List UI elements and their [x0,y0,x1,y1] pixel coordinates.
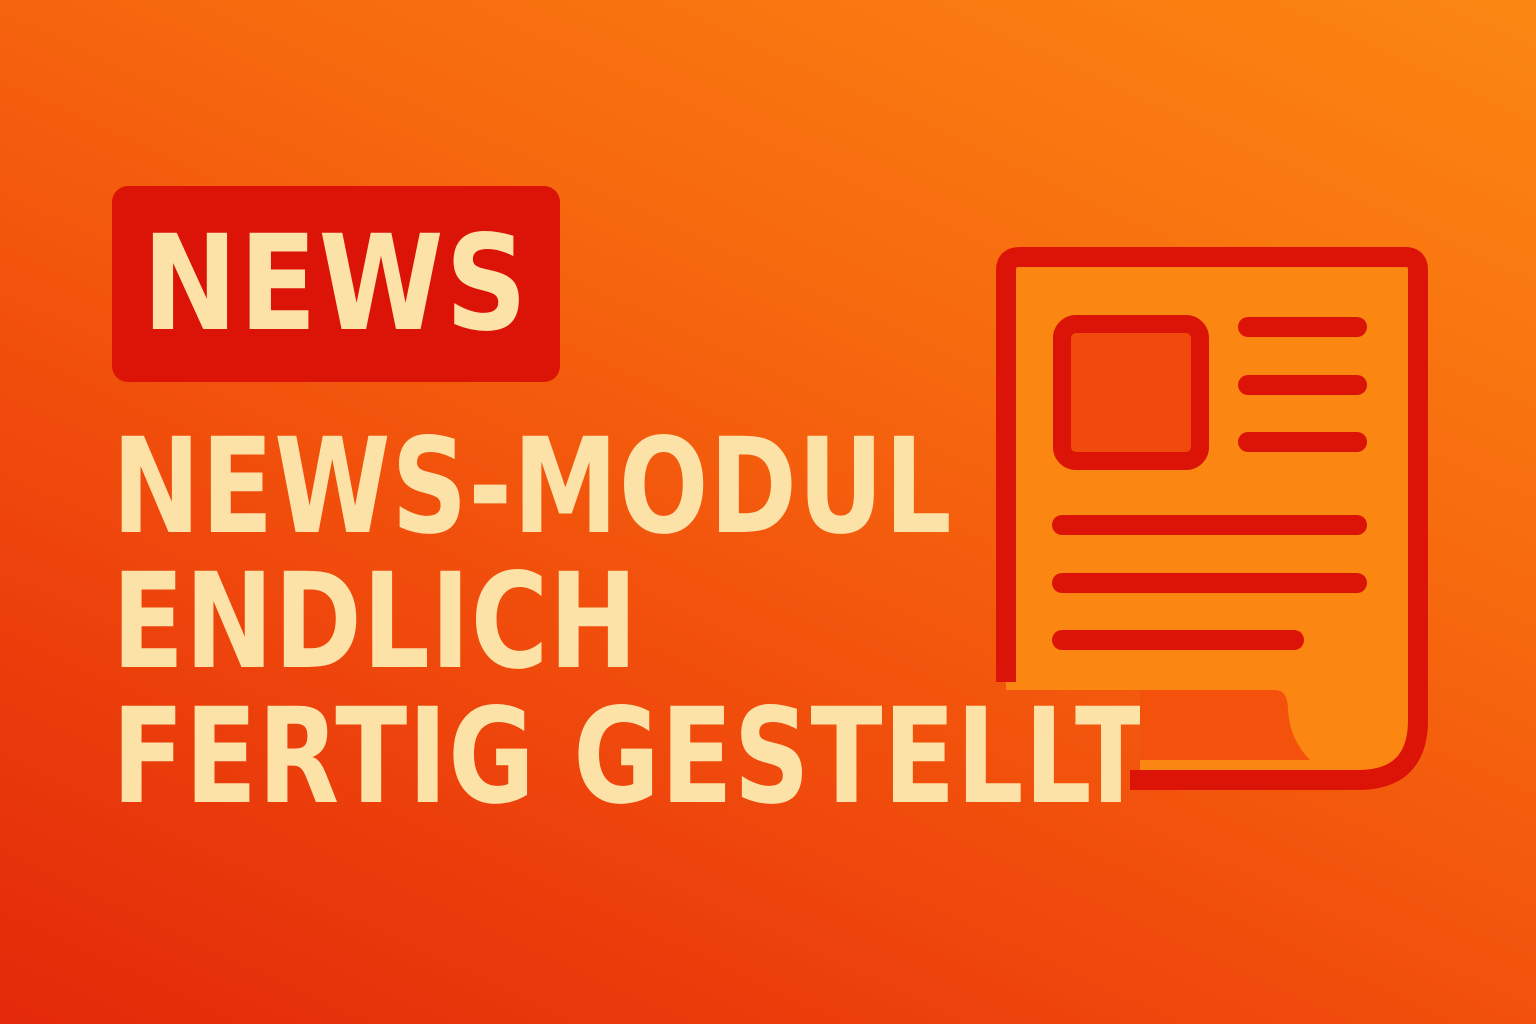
image-placeholder [1053,315,1209,470]
headline-line-2: ENDLICH [112,545,639,699]
headline-line-1: NEWS-MODUL [112,410,953,564]
headline-line-3: FERTIG GESTELLT [112,680,1148,834]
document-curl [1006,690,1310,760]
headline: NEWS-MODUL ENDLICH FERTIG GESTELLT [112,410,1148,834]
banner-canvas: NEWS NEWS-MODUL ENDLICH FERTIG GESTELLT [0,0,1536,1024]
news-badge-label: NEWS [142,207,530,361]
news-badge: NEWS [112,186,560,382]
newspaper-document-icon [996,247,1428,790]
